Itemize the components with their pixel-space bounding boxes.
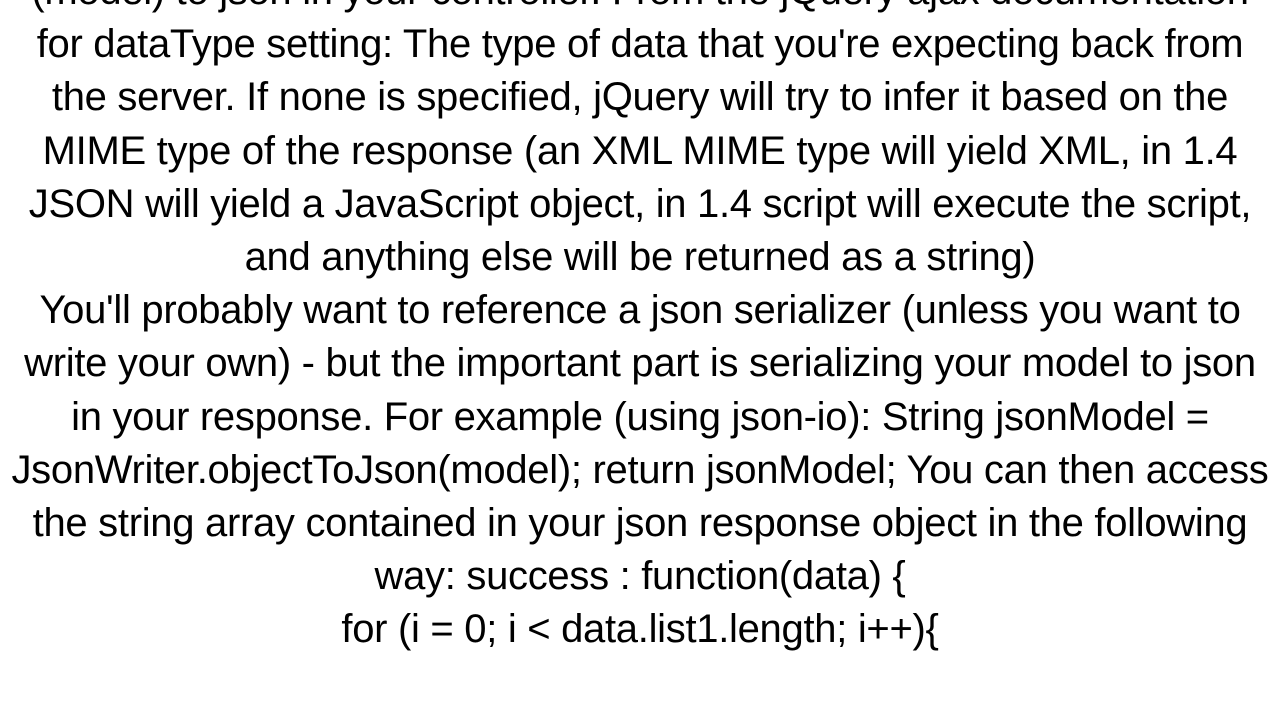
paragraph-1: (model) to json in your controller. From… [4,0,1276,284]
paragraph-3: for (i = 0; i < data.list1.length; i++){ [4,603,1276,656]
document-body: (model) to json in your controller. From… [0,0,1280,656]
paragraph-2: You'll probably want to reference a json… [4,284,1276,603]
